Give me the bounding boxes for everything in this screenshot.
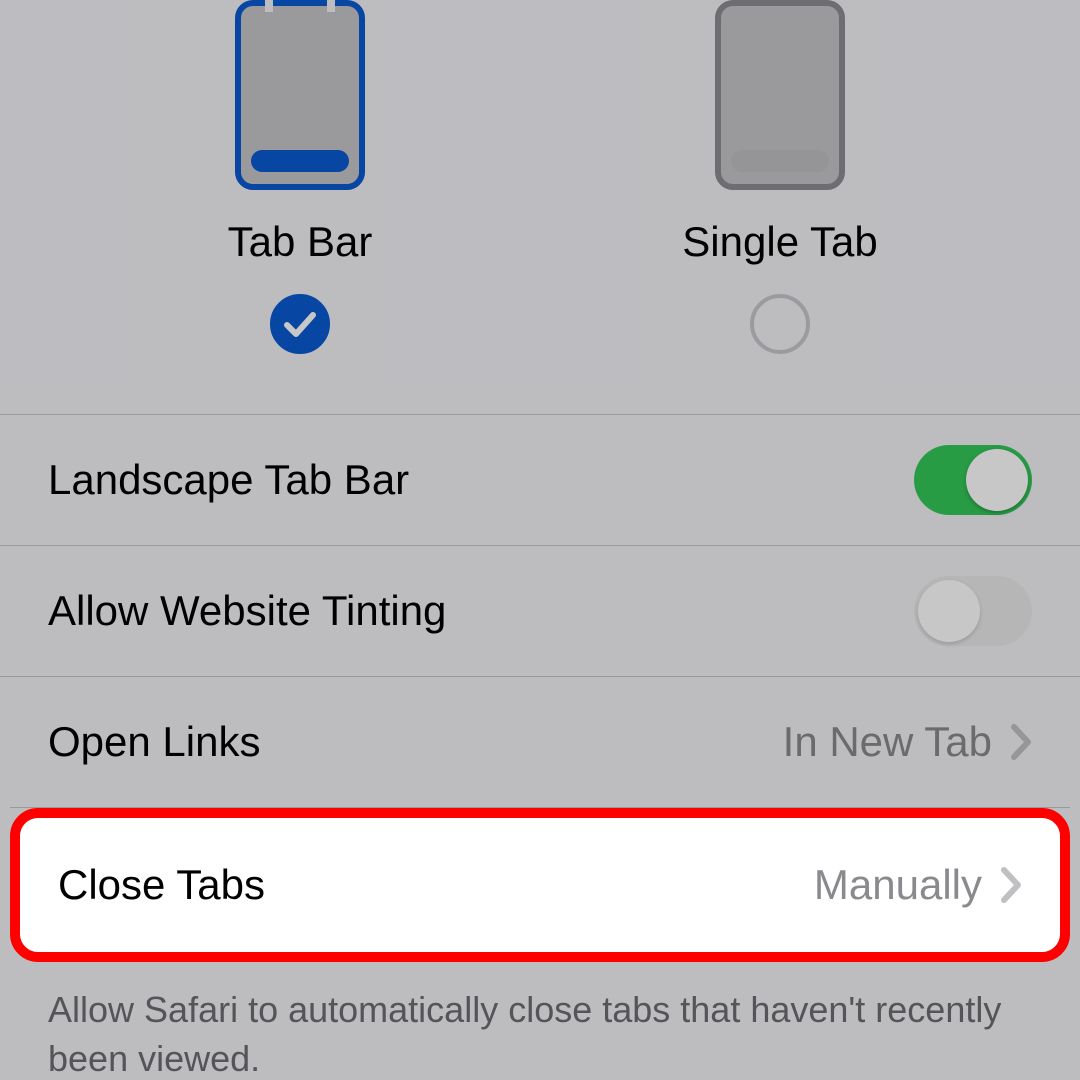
tab-layout-selector: Tab Bar Single Tab [0,0,1080,414]
layout-option-label: Tab Bar [228,218,373,266]
row-value: In New Tab [783,718,1032,766]
chevron-right-icon [1010,723,1032,761]
row-allow-website-tinting[interactable]: Allow Website Tinting [0,546,1080,676]
switch-website-tinting[interactable] [914,576,1032,646]
highlight-close-tabs: Close Tabs Manually [10,808,1070,962]
row-label: Open Links [48,718,260,766]
layout-option-tab-bar[interactable]: Tab Bar [100,0,500,354]
chevron-right-icon [1000,866,1022,904]
footer-description: Allow Safari to automatically close tabs… [0,962,1080,1080]
switch-landscape-tab-bar[interactable] [914,445,1032,515]
row-value-text: In New Tab [783,718,992,766]
phone-preview-single-tab-icon [715,0,845,190]
layout-option-single-tab[interactable]: Single Tab [580,0,980,354]
row-label: Landscape Tab Bar [48,456,409,504]
layout-option-label: Single Tab [682,218,877,266]
row-label: Close Tabs [58,861,265,909]
row-landscape-tab-bar[interactable]: Landscape Tab Bar [0,415,1080,545]
row-value: Manually [814,861,1022,909]
row-label: Allow Website Tinting [48,587,446,635]
radio-unchecked-icon[interactable] [750,294,810,354]
radio-checked-icon[interactable] [270,294,330,354]
row-open-links[interactable]: Open Links In New Tab [0,677,1080,807]
row-value-text: Manually [814,861,982,909]
row-close-tabs[interactable]: Close Tabs Manually [20,818,1060,952]
phone-preview-tab-bar-icon [235,0,365,190]
